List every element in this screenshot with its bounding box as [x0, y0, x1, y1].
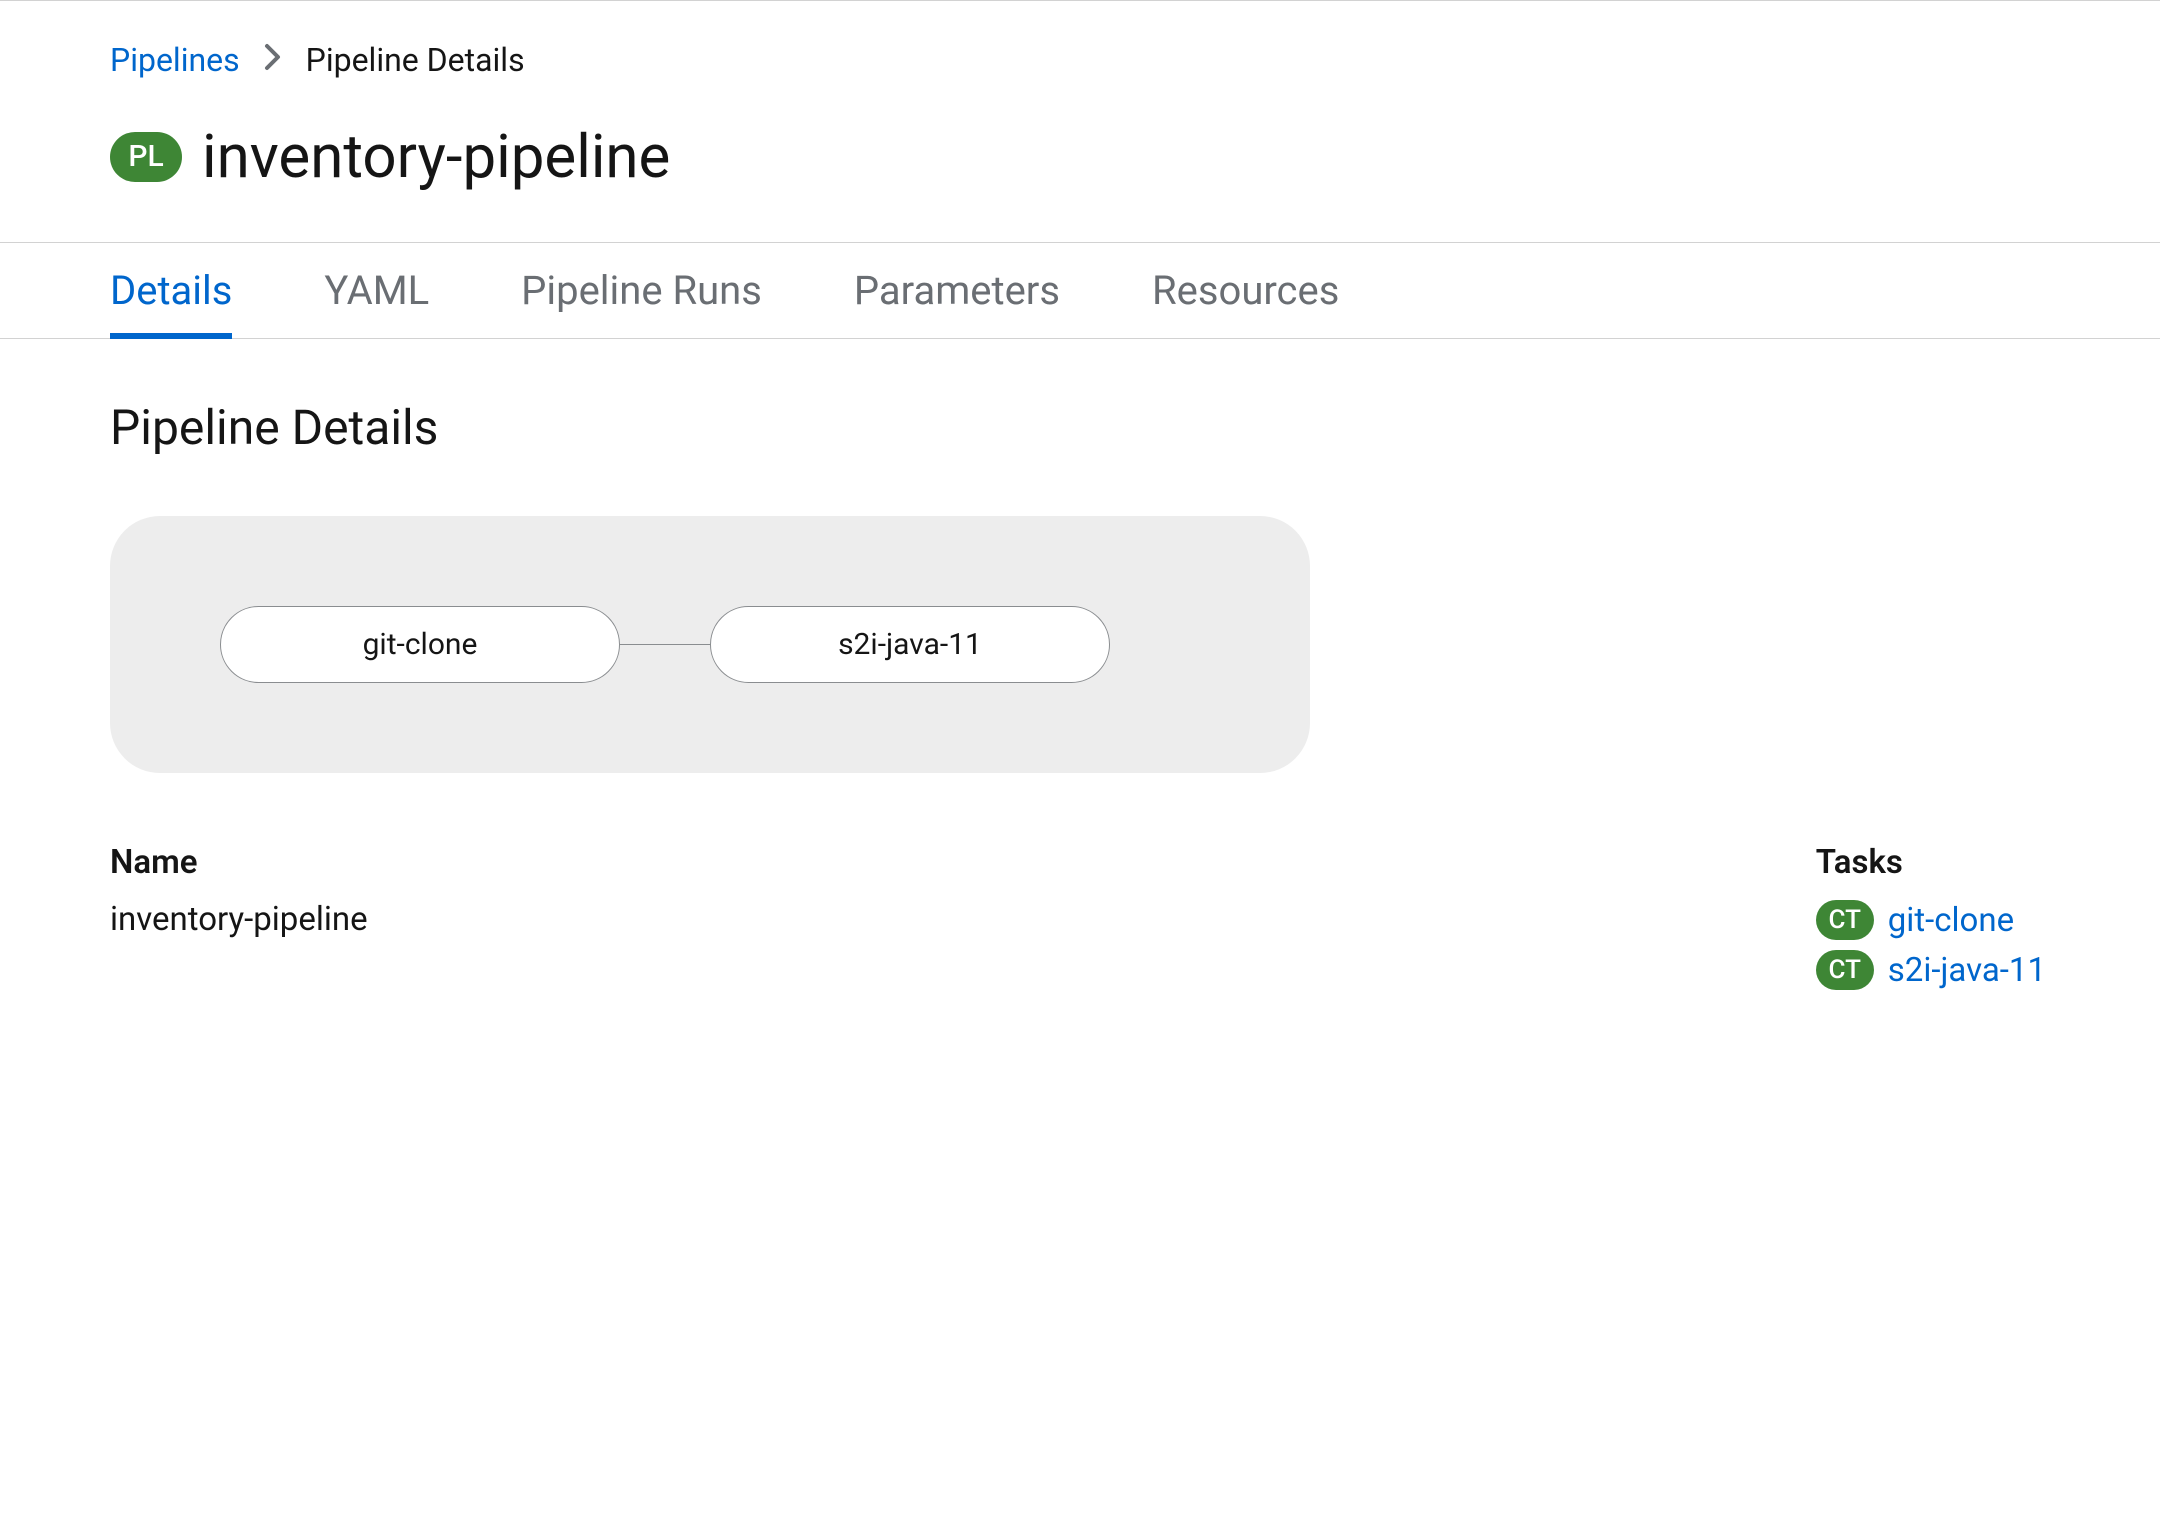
- task-link-git-clone[interactable]: git-clone: [1888, 901, 2014, 940]
- tab-resources[interactable]: Resources: [1152, 243, 1339, 338]
- breadcrumb-current: Pipeline Details: [306, 41, 525, 79]
- breadcrumb: Pipelines Pipeline Details: [110, 41, 2160, 79]
- breadcrumb-parent-link[interactable]: Pipelines: [110, 41, 240, 79]
- task-connector: [620, 644, 710, 645]
- cluster-task-badge: CT: [1816, 900, 1874, 940]
- section-title: Pipeline Details: [110, 399, 2050, 456]
- resource-type-badge: PL: [110, 132, 182, 182]
- task-node-git-clone[interactable]: git-clone: [220, 606, 620, 683]
- chevron-right-icon: [264, 43, 282, 78]
- task-link-s2i-java-11[interactable]: s2i-java-11: [1888, 951, 2046, 990]
- tab-bar: Details YAML Pipeline Runs Parameters Re…: [0, 242, 2160, 339]
- detail-tasks-label: Tasks: [1816, 843, 2046, 882]
- detail-name-value: inventory-pipeline: [110, 900, 368, 939]
- task-node-s2i-java-11[interactable]: s2i-java-11: [710, 606, 1110, 683]
- page-title: inventory-pipeline: [202, 121, 670, 192]
- pipeline-diagram: git-clone s2i-java-11: [110, 516, 1310, 773]
- tab-parameters[interactable]: Parameters: [854, 243, 1060, 338]
- tab-details[interactable]: Details: [110, 243, 232, 338]
- tab-pipeline-runs[interactable]: Pipeline Runs: [521, 243, 762, 338]
- task-row: CT git-clone: [1816, 900, 2046, 940]
- cluster-task-badge: CT: [1816, 950, 1874, 990]
- tab-yaml[interactable]: YAML: [324, 243, 429, 338]
- detail-name-label: Name: [110, 843, 368, 882]
- task-row: CT s2i-java-11: [1816, 950, 2046, 990]
